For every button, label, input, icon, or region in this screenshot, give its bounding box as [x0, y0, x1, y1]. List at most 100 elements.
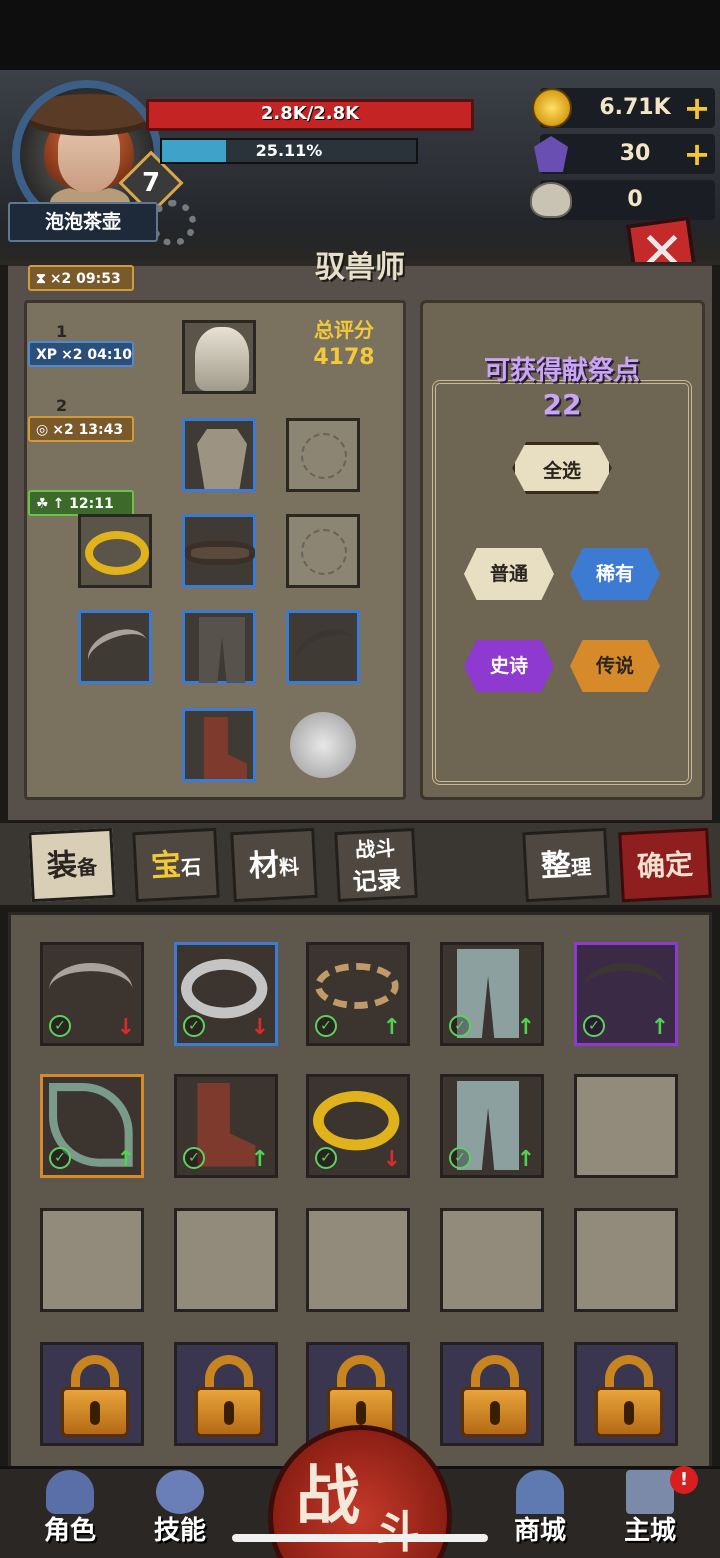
hood-icon	[195, 327, 249, 391]
buff-clover[interactable]: ☘ ↑ 12:11	[28, 490, 134, 516]
tunic-icon	[197, 429, 247, 489]
gem-icon	[534, 136, 568, 172]
swirl-icon	[156, 1470, 204, 1514]
arrow-up-icon: ↑	[516, 1147, 535, 1172]
filter-epic-button[interactable]: 史诗	[464, 640, 554, 692]
skull-value: 0	[627, 187, 643, 212]
bow-icon	[82, 621, 154, 681]
gem-counter: 30 +	[534, 134, 715, 174]
equip-slot-ring[interactable]	[78, 514, 152, 588]
inventory-empty-slot[interactable]	[306, 1208, 410, 1312]
level-number: 7	[141, 168, 161, 198]
inventory-empty-slot[interactable]	[574, 1074, 678, 1178]
inventory-item[interactable]: ✓ ↑	[574, 942, 678, 1046]
amulet-placeholder-icon	[301, 433, 347, 479]
arrow-up-icon: ↑	[116, 1147, 135, 1172]
equip-slot-belt[interactable]	[182, 514, 256, 588]
check-icon: ✓	[183, 1147, 205, 1169]
nav-shop[interactable]: 商城	[492, 1468, 588, 1556]
equip-slot-boots[interactable]	[182, 708, 256, 782]
check-icon: ✓	[583, 1015, 605, 1037]
inventory-item[interactable]: ✓ ↑	[174, 1074, 278, 1178]
filter-common-button[interactable]: 普通	[464, 548, 554, 600]
inventory-item[interactable]: ✓ ↓	[40, 942, 144, 1046]
page-title: 驭兽师	[315, 250, 405, 285]
nav-skills[interactable]: 技能	[132, 1468, 228, 1556]
equip-slot-seal[interactable]	[286, 708, 360, 782]
player-name: 泡泡茶壶	[8, 202, 158, 242]
select-all-button[interactable]: 全选	[512, 442, 612, 494]
filter-rare-button[interactable]: 稀有	[570, 548, 660, 600]
locked-slot[interactable]	[574, 1342, 678, 1446]
pants-icon	[199, 617, 245, 683]
inventory-item[interactable]: ✓ ↓	[174, 942, 278, 1046]
buff-hourglass[interactable]: ⧗ ×2 09:53	[28, 265, 134, 291]
inventory-item[interactable]: ✓ ↑	[440, 1074, 544, 1178]
inventory-item[interactable]: ✓ ↑	[440, 942, 544, 1046]
tent-icon	[516, 1470, 564, 1514]
equip-slot-helmet[interactable]	[182, 320, 256, 394]
filter-legendary-button[interactable]: 传说	[570, 640, 660, 692]
bow-icon	[583, 963, 667, 1017]
boots-icon	[203, 717, 247, 779]
equip-slot-offhand[interactable]	[286, 610, 362, 684]
sort-button[interactable]: 整理	[522, 827, 610, 903]
tab-equipment[interactable]: 装备	[28, 827, 116, 903]
equip-slot-amulet[interactable]	[286, 418, 360, 492]
arrow-down-icon: ↓	[116, 1015, 135, 1040]
inventory-item[interactable]: ✓ ↑	[306, 942, 410, 1046]
locked-slot[interactable]	[40, 1342, 144, 1446]
gold-counter: 6.71K +	[532, 88, 715, 128]
check-icon: ✓	[449, 1015, 471, 1037]
inventory-empty-slot[interactable]	[574, 1208, 678, 1312]
buff-xp[interactable]: XP ×2 04:10	[28, 341, 134, 367]
arrow-up-icon: ↑	[250, 1147, 269, 1172]
rope-belt-icon	[315, 963, 399, 1009]
score-value: 4178	[313, 345, 375, 370]
belt-icon	[185, 541, 255, 565]
inventory-empty-slot[interactable]	[174, 1208, 278, 1312]
nav-character[interactable]: 角色	[22, 1468, 118, 1556]
check-icon: ✓	[183, 1015, 205, 1037]
tab-gems[interactable]: 宝石	[132, 827, 220, 903]
equip-slot-weapon[interactable]	[78, 610, 154, 684]
notification-badge: !	[670, 1466, 698, 1494]
tab-battle-log[interactable]: 战斗 记录	[334, 827, 418, 903]
check-icon: ✓	[449, 1147, 471, 1169]
equip-slot-cloak[interactable]	[286, 514, 360, 588]
status-bar-area	[0, 0, 720, 70]
check-icon: ✓	[49, 1015, 71, 1037]
locked-slot[interactable]	[440, 1342, 544, 1446]
step-label-2: 2	[56, 396, 68, 415]
silver-ring-icon	[181, 959, 268, 1019]
inventory-empty-slot[interactable]	[440, 1208, 544, 1312]
helmet-icon	[46, 1470, 94, 1514]
inventory-empty-slot[interactable]	[40, 1208, 144, 1312]
xp-text: 25.11%	[255, 141, 323, 160]
confirm-button[interactable]: 确定	[618, 827, 712, 903]
buff-coin[interactable]: ◎ ×2 13:43	[28, 416, 134, 442]
xp-icon: XP	[36, 347, 58, 363]
inventory-item[interactable]: ✓ ↑	[40, 1074, 144, 1178]
tab-materials[interactable]: 材料	[230, 827, 318, 903]
battle-label-2: 斗	[376, 1507, 420, 1558]
step-label-1: 1	[56, 322, 68, 341]
silver-seal-icon	[290, 712, 356, 778]
equip-slot-pants[interactable]	[182, 610, 256, 684]
check-icon: ✓	[315, 1147, 337, 1169]
sacrifice-title: 可获得献祭点	[483, 356, 640, 386]
hp-text: 2.8K/2.8K	[260, 103, 360, 124]
skull-counter: 0	[530, 180, 715, 220]
equip-slot-armor[interactable]	[182, 418, 256, 492]
check-icon: ✓	[315, 1015, 337, 1037]
locked-slot[interactable]	[174, 1342, 278, 1446]
home-indicator	[232, 1534, 488, 1542]
add-gold-button[interactable]: +	[683, 88, 711, 128]
ram-skull-icon	[530, 182, 572, 218]
gold-ring-icon	[85, 531, 149, 575]
gold-value: 6.71K	[599, 95, 671, 120]
add-gem-button[interactable]: +	[683, 134, 711, 174]
inventory-item[interactable]: ✓ ↓	[306, 1074, 410, 1178]
cloak-placeholder-icon	[301, 529, 347, 575]
arrow-down-icon: ↓	[382, 1147, 401, 1172]
